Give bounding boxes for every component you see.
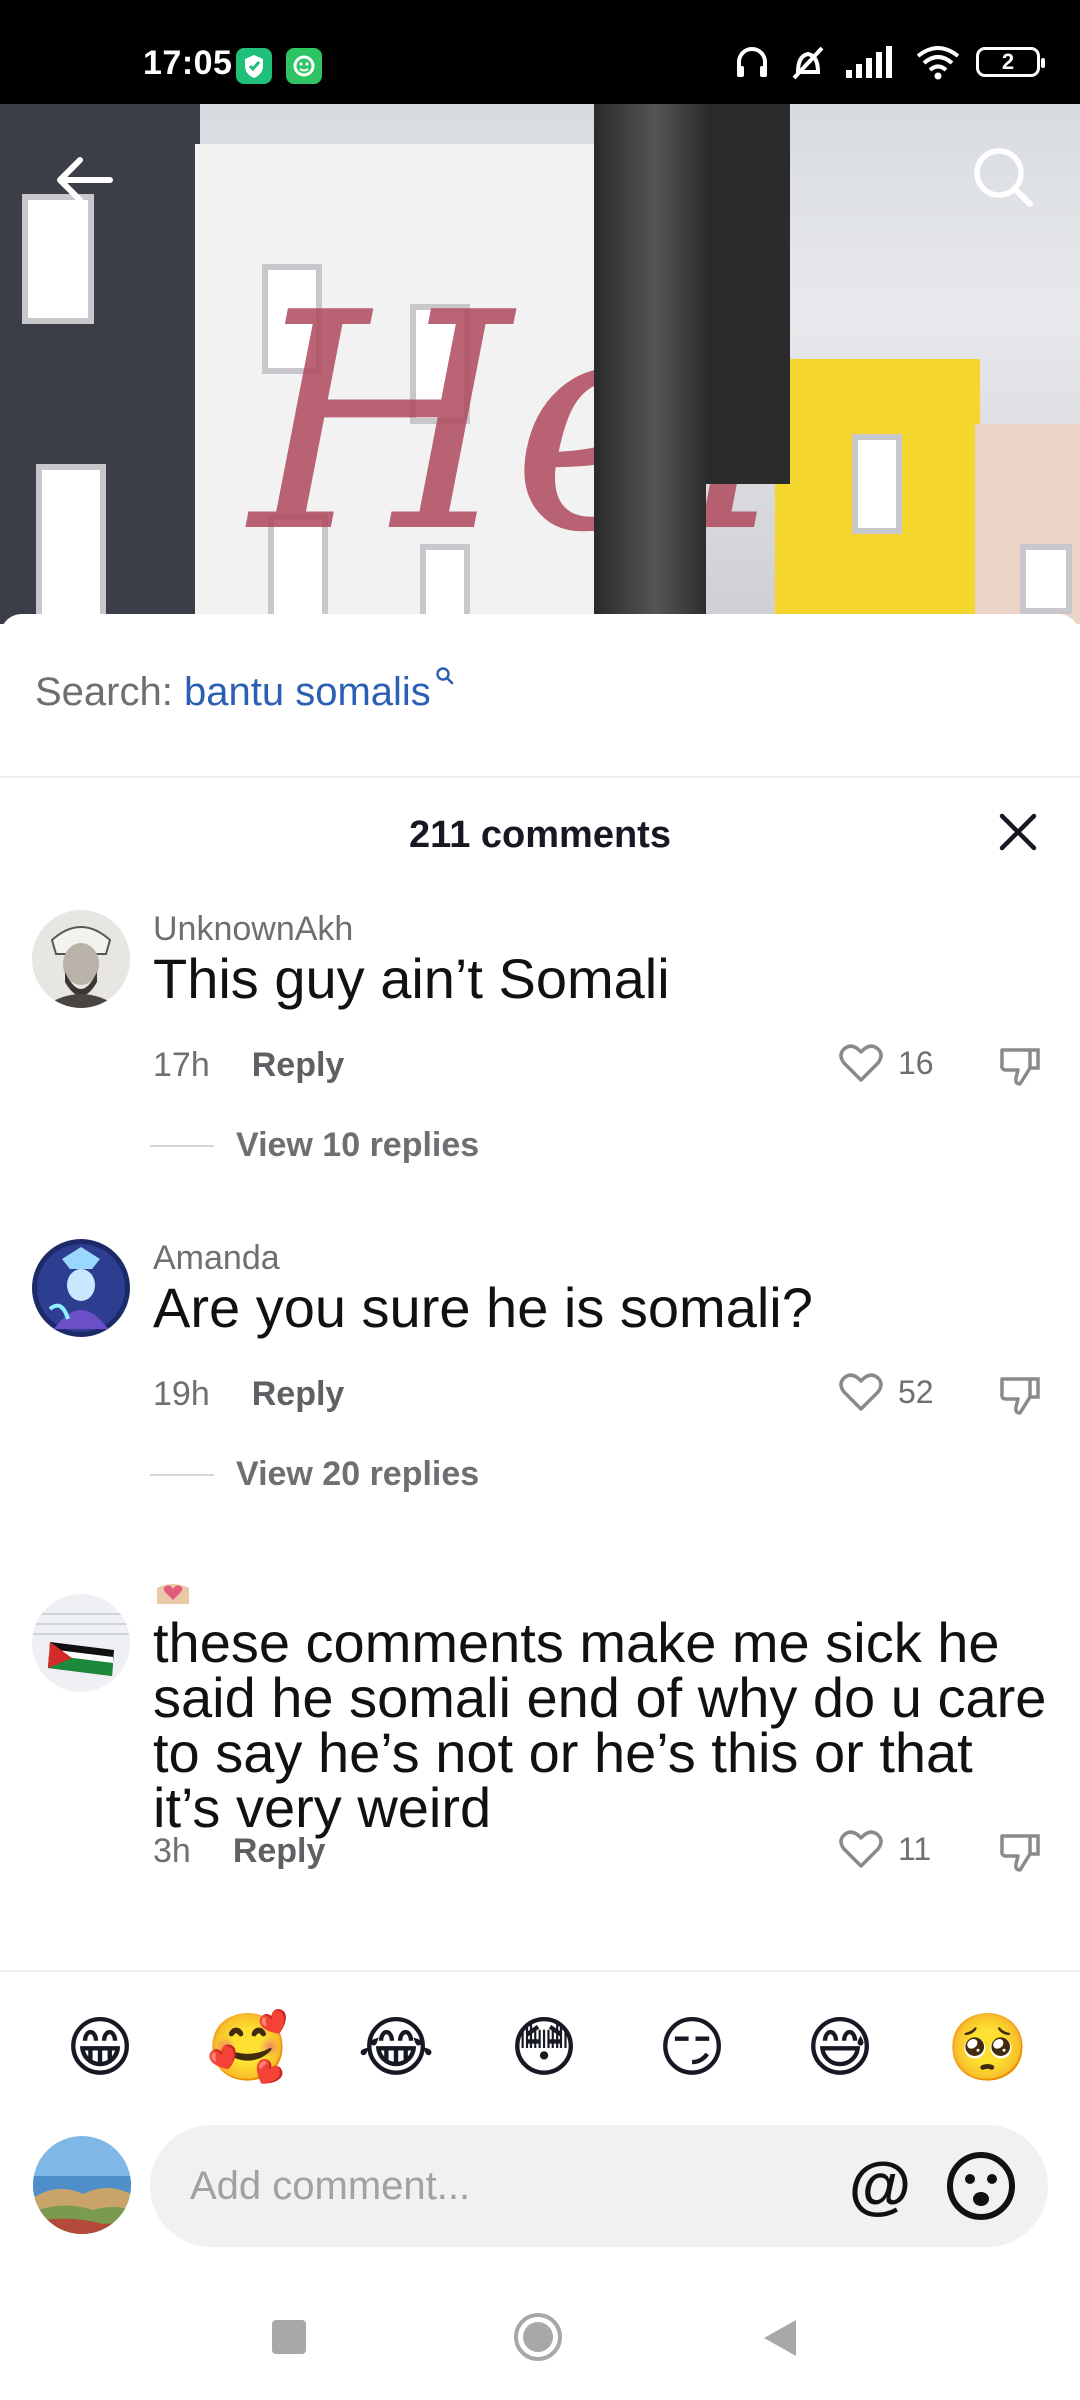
emoji-smirk-button[interactable]: 😏 — [650, 2005, 734, 2089]
window — [852, 434, 902, 534]
dislike-icon[interactable] — [998, 1373, 1042, 1417]
heart-icon — [839, 1044, 883, 1082]
comment-input[interactable] — [188, 2153, 812, 2219]
heart-hands-icon — [157, 1584, 189, 1604]
emoji-sweat-smile-button[interactable]: 😅 — [798, 2005, 882, 2089]
comments-count-title: 211 comments — [409, 814, 671, 856]
like-button[interactable]: 11 — [838, 1828, 931, 1870]
status-time: 17:05 — [143, 44, 233, 82]
comment-composer: @ — [0, 2118, 1080, 2268]
view-replies-label: View 10 replies — [236, 1126, 480, 1164]
video-preview[interactable]: Hel — [0, 104, 1080, 624]
like-count: 52 — [898, 1373, 934, 1410]
home-button[interactable] — [512, 2311, 564, 2363]
status-icons: 2 — [732, 42, 1045, 82]
heart-icon — [839, 1830, 883, 1868]
avatar[interactable] — [32, 910, 130, 1008]
comment-item: UnknownAkh This guy ain’t Somali 17h Rep… — [0, 910, 1080, 1164]
view-replies-label: View 20 replies — [236, 1455, 480, 1493]
back-arrow-icon[interactable] — [52, 148, 116, 212]
signal-icon — [846, 46, 892, 78]
comment-username[interactable]: UnknownAkh — [153, 910, 353, 949]
emoji-joy-button[interactable]: 😂 — [354, 2005, 438, 2089]
recents-button[interactable] — [272, 2320, 306, 2354]
view-replies-button[interactable]: View 20 replies — [150, 1455, 479, 1494]
comment-text: Are you sure he is somali? — [153, 1276, 813, 1339]
comment-meta: 3h Reply — [153, 1832, 325, 1871]
comment-text: these comments make me sick he said he s… — [153, 1611, 1047, 1839]
comment-meta: 17h Reply — [153, 1046, 344, 1085]
sign-post — [700, 104, 790, 484]
reply-button[interactable]: Reply — [233, 1832, 326, 1871]
search-label: Search: — [35, 670, 173, 714]
search-term-link[interactable]: bantu somalis — [184, 670, 431, 714]
search-small-icon — [436, 667, 454, 685]
related-search[interactable]: Search: bantu somalis — [35, 667, 455, 715]
reply-button[interactable]: Reply — [252, 1046, 345, 1085]
divider — [0, 776, 1080, 778]
close-icon[interactable] — [996, 810, 1040, 854]
emoji-pleading-button[interactable]: 🥺 — [946, 2005, 1030, 2089]
back-triangle-icon[interactable] — [760, 2316, 800, 2360]
comment-username[interactable]: Amanda — [153, 1239, 280, 1278]
comment-text: This guy ain’t Somali — [153, 947, 670, 1010]
comment-item: these comments make me sick he said he s… — [0, 1578, 1080, 1878]
shield-app-icon — [236, 48, 272, 84]
window — [36, 464, 106, 624]
avatar[interactable] — [32, 1239, 130, 1337]
emoji-hearts-button[interactable]: 🥰 — [206, 2005, 290, 2089]
search-icon[interactable] — [970, 144, 1036, 210]
comment-input-container[interactable]: @ — [150, 2125, 1048, 2247]
alarm-off-icon — [792, 46, 824, 80]
dislike-icon[interactable] — [998, 1044, 1042, 1088]
like-button[interactable]: 16 — [838, 1042, 934, 1084]
dislike-icon[interactable] — [998, 1830, 1042, 1874]
battery-icon: 2 — [976, 47, 1045, 77]
like-count: 16 — [898, 1044, 934, 1081]
comment-meta: 19h Reply — [153, 1375, 344, 1414]
comment-time: 3h — [153, 1832, 191, 1870]
mention-button[interactable]: @ — [840, 2145, 920, 2225]
comment-time: 17h — [153, 1046, 210, 1084]
emoji-flushed-button[interactable]: 😳 — [502, 2005, 586, 2089]
reply-button[interactable]: Reply — [252, 1375, 345, 1414]
wifi-icon — [916, 46, 960, 80]
emoji-picker-icon[interactable] — [944, 2149, 1018, 2223]
window — [1020, 544, 1072, 614]
comment-time: 19h — [153, 1375, 210, 1413]
emoji-quick-bar: 😁 🥰 😂 😳 😏 😅 🥺 — [0, 2005, 1080, 2095]
replies-line — [150, 1473, 214, 1476]
android-app-icon — [286, 48, 322, 84]
emoji-grin-button[interactable]: 😁 — [58, 2005, 142, 2089]
avatar[interactable] — [32, 1594, 130, 1692]
comment-item: Amanda Are you sure he is somali? 19h Re… — [0, 1239, 1080, 1493]
divider — [0, 1970, 1080, 1972]
status-bar: 17:05 2 — [0, 0, 1080, 104]
street-pole — [594, 104, 706, 624]
headphones-icon — [737, 47, 767, 77]
window — [22, 194, 94, 324]
view-replies-button[interactable]: View 10 replies — [150, 1126, 479, 1165]
my-avatar[interactable] — [33, 2136, 131, 2234]
replies-line — [150, 1144, 214, 1147]
system-nav-bar — [0, 2280, 1080, 2400]
like-count: 11 — [898, 1830, 932, 1867]
like-button[interactable]: 52 — [838, 1371, 934, 1413]
heart-icon — [839, 1373, 883, 1411]
